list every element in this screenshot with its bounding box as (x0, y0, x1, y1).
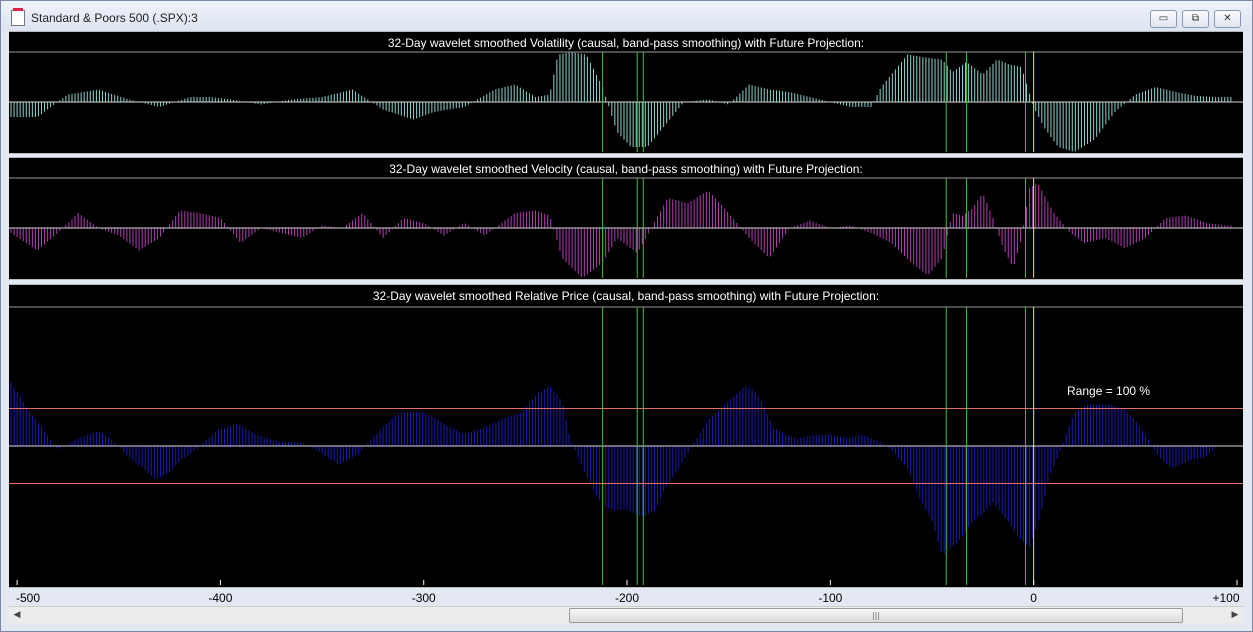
document-chart-icon (11, 8, 25, 26)
x-axis-tick-label: -400 (208, 591, 233, 605)
x-axis-tick-label: 0 (1030, 591, 1037, 605)
velocity-panel[interactable]: 32-Day wavelet smoothed Velocity (causal… (9, 157, 1243, 280)
scroll-right-arrow-icon[interactable]: ▶ (1227, 607, 1243, 623)
volatility-panel[interactable]: 32-Day wavelet smoothed Volatility (caus… (9, 31, 1243, 154)
close-button[interactable]: ✕ (1214, 10, 1241, 28)
title-bar[interactable]: Standard & Poors 500 (.SPX):3 ▭ ⧉ ✕ (1, 1, 1252, 31)
scrollbar-thumb[interactable]: ||| (569, 608, 1183, 623)
velocity-plot (9, 177, 1243, 278)
relative-price-plot (9, 306, 1243, 585)
restore-button[interactable]: ⧉ (1182, 10, 1209, 28)
range-label: Range = 100 % (1067, 384, 1151, 398)
window-title: Standard & Poors 500 (.SPX):3 (31, 11, 198, 25)
minimize-button[interactable]: ▭ (1150, 10, 1177, 28)
x-axis-tick-label: -200 (615, 591, 640, 605)
scroll-left-arrow-icon[interactable]: ◀ (9, 607, 25, 623)
x-axis-tick-label: +100 (1212, 591, 1240, 605)
relative-price-panel[interactable]: 32-Day wavelet smoothed Relative Price (… (9, 284, 1243, 588)
x-axis-tick-label: -300 (411, 591, 436, 605)
volatility-plot (9, 51, 1243, 152)
horizontal-scrollbar[interactable]: ◀ ||| ▶ (9, 606, 1243, 623)
x-axis-tick-label: -500 (15, 591, 41, 605)
x-axis-tick-label: -100 (818, 591, 843, 605)
